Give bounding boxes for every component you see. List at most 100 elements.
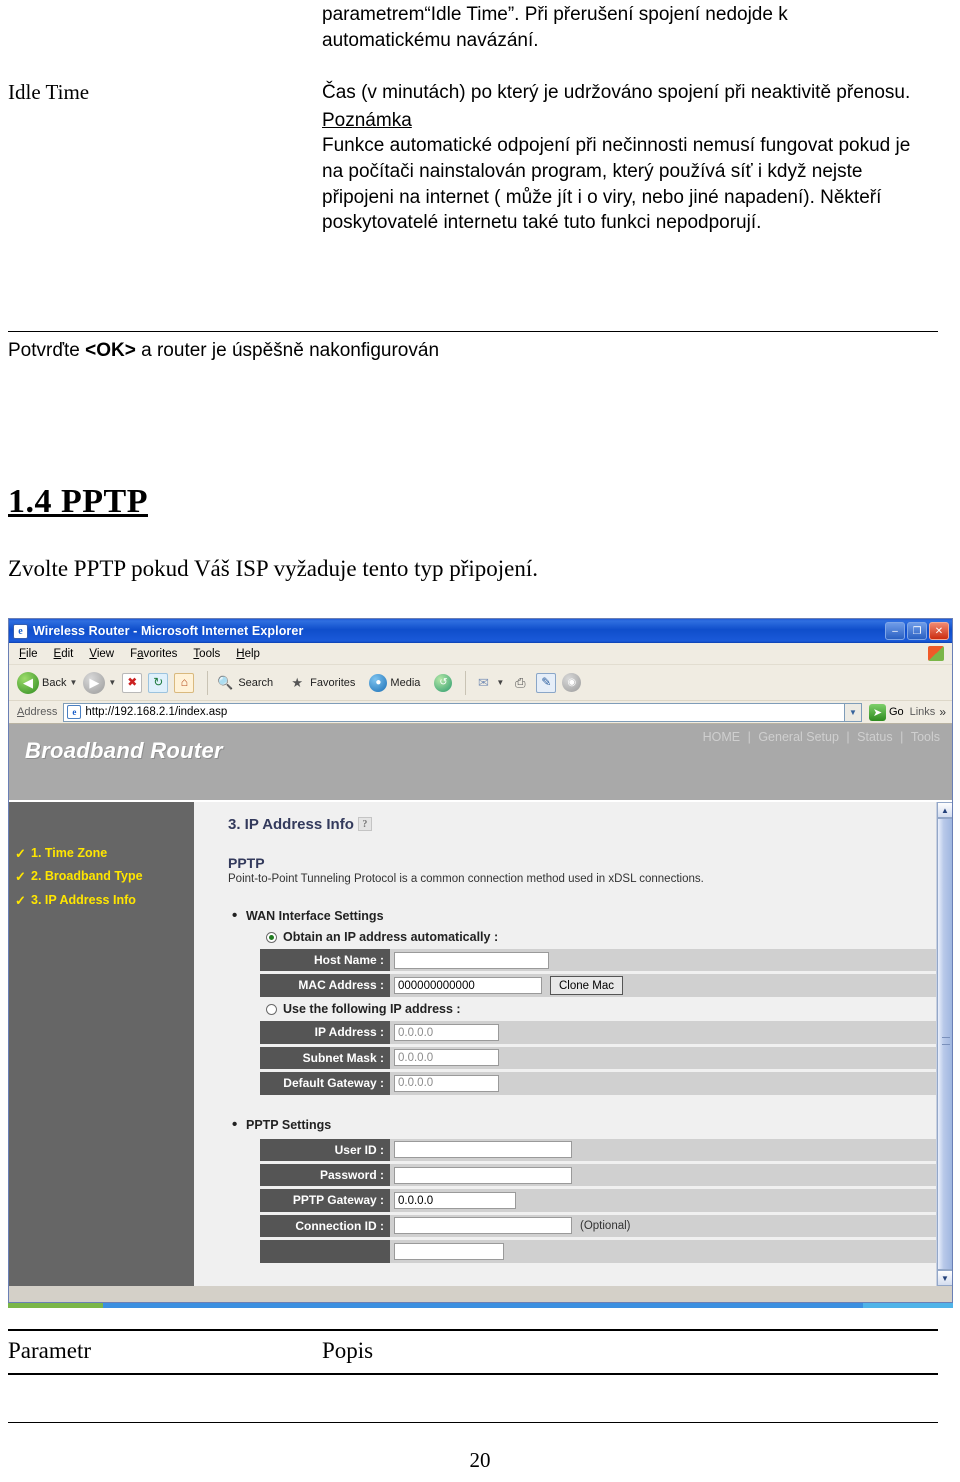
double-chevron-icon[interactable]: »	[939, 705, 946, 719]
menu-help-rest: elp	[244, 647, 260, 660]
browser-toolbar: ◀ Back ▼ ▶ ▼ ✖ ↻ ⌂ 🔍 Search ★ Favorites …	[9, 665, 952, 701]
user-id-cell	[390, 1138, 952, 1161]
back-button[interactable]: ◀ Back ▼	[17, 671, 77, 694]
section-intro: Zvolte PPTP pokud Váš ISP vyžaduje tento…	[8, 556, 539, 581]
subnet-mask-input[interactable]: 0.0.0.0	[394, 1049, 499, 1067]
nav-item-home[interactable]: HOME	[703, 730, 741, 744]
vertical-scrollbar[interactable]: ▲ ▼	[936, 802, 952, 1286]
password-input[interactable]	[394, 1166, 572, 1184]
scroll-down-button[interactable]: ▼	[937, 1270, 952, 1286]
taskbar-green	[8, 1303, 103, 1308]
field-row-partial	[260, 1240, 952, 1263]
nav-separator-2: |	[846, 730, 850, 744]
scroll-up-button[interactable]: ▲	[937, 802, 952, 818]
sidebar-item-label: 2. Broadband Type	[31, 869, 143, 884]
close-button[interactable]: ✕	[929, 622, 949, 640]
radio-obtain-auto[interactable]: Obtain an IP address automatically :	[266, 930, 952, 944]
sidebar-item-ip-address-info[interactable]: ✓ 3. IP Address Info	[9, 889, 194, 912]
table-rule-middle	[8, 1373, 938, 1375]
media-label: Media	[390, 676, 421, 689]
user-id-input[interactable]	[394, 1141, 572, 1159]
field-row-host-name: Host Name :	[260, 949, 952, 972]
ip-address-cell: 0.0.0.0	[390, 1021, 952, 1044]
ip-address-input[interactable]: 0.0.0.0	[394, 1024, 499, 1042]
router-body: ✓ 1. Time Zone ✓ 2. Broadband Type ✓ 3. …	[9, 802, 952, 1286]
favorites-button[interactable]: ★ Favorites	[287, 673, 355, 693]
router-web-page: Broadband Router HOME | General Setup | …	[9, 724, 952, 1286]
pptp-gateway-input[interactable]: 0.0.0.0	[394, 1192, 516, 1210]
sidebar-item-time-zone[interactable]: ✓ 1. Time Zone	[9, 842, 194, 865]
home-button[interactable]: ⌂	[174, 672, 195, 693]
pptp-gateway-cell: 0.0.0.0	[390, 1189, 952, 1212]
help-icon[interactable]: ?	[357, 817, 372, 831]
stop-button[interactable]: ✖	[122, 672, 143, 693]
menu-fav-rest: vorites	[143, 647, 178, 660]
connection-id-input[interactable]	[394, 1217, 572, 1235]
forward-button[interactable]: ▶ ▼	[83, 671, 116, 694]
chevron-down-icon[interactable]: ▼	[69, 678, 77, 687]
nav-item-status[interactable]: Status	[857, 730, 892, 744]
radio-obtain-auto-label: Obtain an IP address automatically :	[283, 930, 499, 944]
mail-icon: ✉	[477, 674, 489, 690]
check-icon: ✓	[15, 846, 26, 861]
media-button[interactable]: ● Media	[369, 673, 421, 692]
media-icon: ●	[369, 673, 388, 692]
idle-time-desc: Čas (v minutách) po který je udržováno s…	[322, 82, 911, 103]
parameter-name-idle-time: Idle Time	[8, 80, 90, 104]
default-gateway-cell: 0.0.0.0	[390, 1072, 952, 1095]
partial-row-input[interactable]	[394, 1242, 504, 1260]
menu-item-file[interactable]: File	[19, 648, 38, 660]
nav-item-general-setup[interactable]: General Setup	[758, 730, 839, 744]
chevron-down-icon[interactable]: ▼	[844, 702, 862, 722]
edit-button[interactable]: ✎	[536, 672, 557, 693]
forward-chevron-down-icon[interactable]: ▼	[108, 678, 116, 687]
restore-button[interactable]: ❐	[907, 622, 927, 640]
menu-item-help[interactable]: Help	[236, 648, 260, 660]
messenger-button[interactable]: ◉	[562, 673, 582, 692]
menu-item-favorites[interactable]: Favorites	[130, 648, 177, 660]
print-button[interactable]: ⎙	[510, 673, 530, 693]
menu-view-rest: iew	[96, 647, 115, 660]
refresh-button[interactable]: ↻	[148, 672, 169, 693]
sidebar-item-broadband-type[interactable]: ✓ 2. Broadband Type	[9, 865, 194, 888]
edit-page-icon: ✎	[536, 672, 557, 693]
menu-file-rest: ile	[26, 647, 38, 660]
search-button[interactable]: 🔍 Search	[215, 673, 273, 693]
radio-use-following[interactable]: Use the following IP address :	[266, 1002, 952, 1016]
password-cell	[390, 1163, 952, 1187]
refresh-icon: ↻	[148, 672, 169, 693]
links-label[interactable]: Links	[910, 706, 936, 718]
sidebar-item-label: 3. IP Address Info	[31, 892, 136, 907]
nav-separator-3: |	[900, 730, 904, 744]
address-input[interactable]: e http://192.168.2.1/index.asp	[63, 702, 845, 722]
default-gateway-input[interactable]: 0.0.0.0	[394, 1074, 499, 1092]
table-header-popis: Popis	[322, 1338, 374, 1363]
host-name-cell	[390, 949, 952, 972]
home-icon: ⌂	[174, 672, 195, 693]
user-id-label: User ID :	[260, 1138, 390, 1161]
go-label: Go	[888, 706, 904, 718]
router-main-content: 3. IP Address Info? PPTP Point-to-Point …	[194, 802, 952, 1286]
star-icon: ★	[291, 674, 303, 690]
mac-address-input[interactable]: 000000000000	[394, 977, 542, 995]
host-name-input[interactable]	[394, 951, 549, 969]
menu-item-view[interactable]: View	[89, 648, 114, 660]
confirm-suffix: a router je úspěšně nakonfigurován	[135, 340, 440, 361]
divider-above-confirm	[8, 331, 938, 332]
table-header-parametr: Parametr	[8, 1338, 92, 1363]
menu-item-edit[interactable]: Edit	[54, 648, 74, 660]
menu-item-tools[interactable]: Tools	[193, 648, 220, 660]
check-icon: ✓	[15, 869, 26, 885]
mail-chevron-down-icon[interactable]: ▼	[496, 678, 504, 687]
history-button[interactable]: ↺	[434, 673, 453, 692]
scrollbar-thumb[interactable]	[937, 818, 952, 1270]
menu-edit-rest: dit	[61, 647, 74, 660]
minimize-button[interactable]: –	[885, 622, 905, 640]
clone-mac-button[interactable]: Clone Mac	[550, 976, 623, 996]
nav-item-tools[interactable]: Tools	[911, 730, 940, 744]
connection-id-cell: (Optional)	[390, 1214, 952, 1238]
mail-button[interactable]: ✉ ▼	[473, 673, 504, 693]
field-row-connection-id: Connection ID : (Optional)	[260, 1214, 952, 1238]
confirm-key: <OK>	[85, 340, 136, 361]
go-button[interactable]: ➤ Go	[868, 703, 904, 721]
